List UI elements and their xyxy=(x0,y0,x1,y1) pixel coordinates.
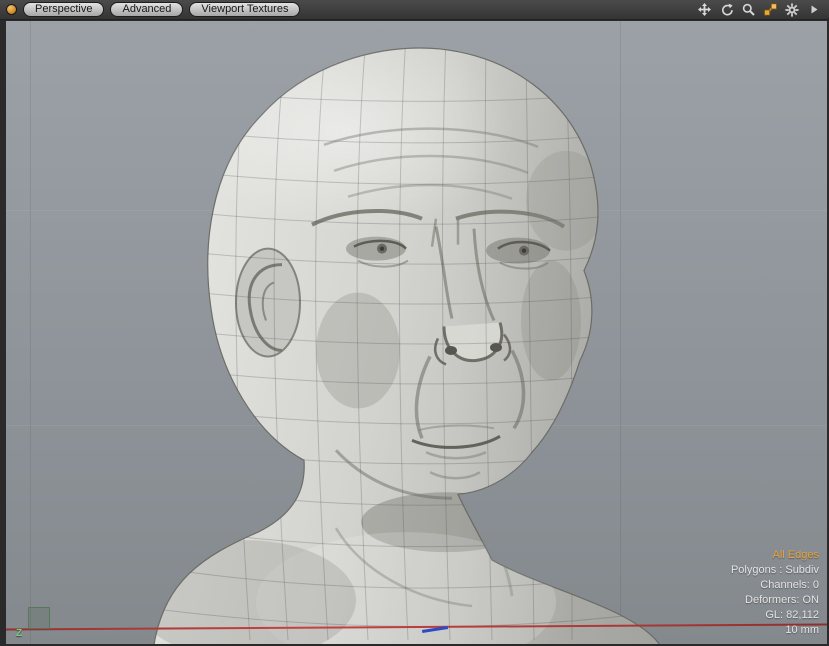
viewport-textures-button[interactable]: Viewport Textures xyxy=(189,2,300,17)
viewport-options-dot[interactable] xyxy=(6,4,17,15)
pan-icon[interactable] xyxy=(697,3,711,17)
gear-icon[interactable] xyxy=(785,3,799,17)
viewport-toolbar: Perspective Advanced Viewport Textures xyxy=(0,0,829,20)
zoom-icon[interactable] xyxy=(741,3,755,17)
head-model-render xyxy=(6,21,827,644)
viewport-3d-canvas[interactable]: Z All Edges Polygons : Subdiv Channels: … xyxy=(6,21,827,644)
shading-advanced-button[interactable]: Advanced xyxy=(110,2,183,17)
expand-arrow-icon[interactable] xyxy=(807,3,821,17)
toolbar-icon-group xyxy=(697,3,823,17)
rotate-icon[interactable] xyxy=(719,3,733,17)
perspective-button[interactable]: Perspective xyxy=(23,2,104,17)
keyframe-link-icon[interactable] xyxy=(763,3,777,17)
modeling-app-window: Perspective Advanced Viewport Textures xyxy=(0,0,829,646)
